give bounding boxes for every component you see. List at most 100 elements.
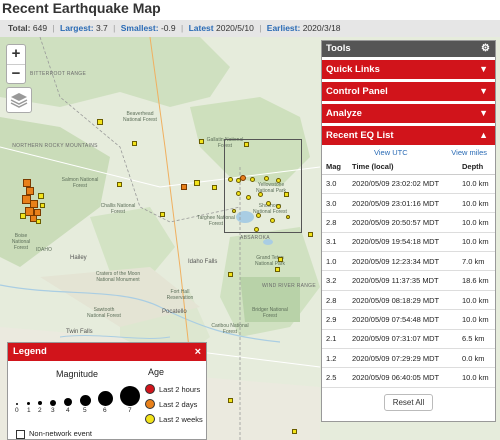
earthquake-marker[interactable] [232, 209, 236, 213]
age-swatch-orange [145, 399, 155, 409]
latest-label[interactable]: Latest [189, 23, 214, 33]
earthquake-marker[interactable] [256, 213, 261, 218]
earthquake-marker[interactable] [132, 141, 137, 146]
earthquake-marker[interactable] [266, 201, 271, 206]
earthquake-marker[interactable] [212, 185, 217, 190]
layers-button[interactable] [6, 87, 32, 113]
time-cell: 2020/05/09 19:54:18 MDT [348, 232, 458, 253]
table-row[interactable]: 1.2 2020/05/09 07:29:29 MDT 0.0 km [322, 348, 495, 369]
table-row[interactable]: 2.5 2020/05/09 06:40:05 MDT 10.0 km [322, 367, 495, 388]
magnitude-value: 0 [15, 407, 19, 414]
control-panel-label: Control Panel [326, 86, 388, 97]
earthquake-marker[interactable] [254, 227, 259, 232]
earthquake-marker[interactable] [264, 176, 269, 181]
table-row[interactable]: 2.9 2020/05/09 07:54:48 MDT 10.0 km [322, 309, 495, 330]
earthquake-marker[interactable] [199, 139, 204, 144]
map-label-rocky: NORTHERN ROCKY MOUNTAINS [12, 143, 98, 149]
layers-icon [10, 93, 28, 108]
earthquake-marker[interactable] [97, 119, 103, 125]
earthquake-marker[interactable] [160, 212, 165, 217]
map-label-caribou: Caribou National Forest [211, 323, 249, 335]
earthquake-marker[interactable] [26, 187, 34, 195]
time-cell: 2020/05/09 07:31:07 MDT [348, 329, 458, 350]
map-label-sawtooth: Sawtooth National Forest [87, 307, 121, 319]
earthquake-marker[interactable] [246, 195, 251, 200]
depth-cell: 6.5 km [458, 329, 495, 350]
earliest-label[interactable]: Earliest: [267, 23, 301, 33]
earthquake-marker[interactable] [244, 142, 249, 147]
earthquake-marker[interactable] [36, 219, 41, 224]
control-panel-bar[interactable]: Control Panel ▼ [322, 82, 495, 101]
earthquake-marker[interactable] [228, 398, 233, 403]
time-cell: 2020/05/09 07:54:48 MDT [348, 309, 458, 330]
earthquake-marker[interactable] [23, 179, 31, 187]
zoom-control: + − [6, 44, 26, 84]
close-icon[interactable]: × [195, 343, 201, 361]
earthquake-marker[interactable] [286, 215, 290, 219]
list-options: View UTC View miles [322, 147, 495, 159]
age-label: Last 2 days [159, 400, 198, 409]
recent-eq-list-bar[interactable]: Recent EQ List ▲ [322, 126, 495, 145]
magnitude-dot [98, 391, 113, 406]
earthquake-marker[interactable] [228, 177, 233, 182]
quick-links-bar[interactable]: Quick Links ▼ [322, 60, 495, 79]
smallest-label[interactable]: Smallest: [121, 23, 159, 33]
earthquake-marker[interactable] [236, 191, 241, 196]
earthquake-marker[interactable] [117, 182, 122, 187]
earthquake-marker[interactable] [284, 192, 289, 197]
smallest-value: -0.9 [160, 23, 176, 33]
earthquake-marker[interactable] [275, 267, 280, 272]
column-header[interactable]: Mag [322, 159, 348, 175]
earthquake-marker[interactable] [194, 180, 200, 186]
column-header[interactable]: Time (local) [348, 159, 458, 175]
time-cell: 2020/05/09 06:40:05 MDT [348, 367, 458, 388]
map-label-boise: Boise National Forest [11, 233, 31, 251]
chevron-up-icon: ▲ [479, 130, 488, 140]
earthquake-marker[interactable] [270, 218, 275, 223]
largest-label[interactable]: Largest: [60, 23, 94, 33]
non-network-square-icon [16, 429, 25, 439]
map-label-bridger: Bridger National Forest [252, 307, 288, 319]
depth-cell: 0.0 km [458, 348, 495, 369]
table-row[interactable]: 3.0 2020/05/09 23:01:16 MDT 10.0 km [322, 193, 495, 214]
table-row[interactable]: 3.1 2020/05/09 19:54:18 MDT 10.0 km [322, 232, 495, 253]
table-header-row: Mag Time (local) Depth [322, 159, 495, 175]
earthquake-marker[interactable] [228, 272, 233, 277]
table-row[interactable]: 2.8 2020/05/09 20:50:57 MDT 10.0 km [322, 212, 495, 233]
view-miles-link[interactable]: View miles [451, 148, 487, 157]
selection-box[interactable] [224, 139, 302, 233]
time-cell: 2020/05/09 23:01:16 MDT [348, 193, 458, 214]
largest-value: 3.7 [95, 23, 108, 33]
earthquake-marker[interactable] [276, 204, 281, 209]
earthquake-marker[interactable] [308, 232, 313, 237]
map-label-fort-hall: Fort Hall Reservation [166, 289, 194, 301]
earthquake-marker[interactable] [38, 193, 44, 199]
earthquake-marker[interactable] [276, 178, 281, 183]
table-row[interactable]: 3.2 2020/05/09 11:37:35 MDT 18.6 km [322, 270, 495, 291]
reset-all-button[interactable]: Reset All [383, 393, 434, 411]
mag-cell: 2.5 [322, 367, 348, 388]
table-row[interactable]: 2.8 2020/05/09 08:18:29 MDT 10.0 km [322, 290, 495, 311]
map-label-beaverhead: Beaverhead National Forest [123, 111, 157, 123]
mag-cell: 3.0 [322, 193, 348, 214]
table-row[interactable]: 3.0 2020/05/09 23:02:02 MDT 10.0 km [322, 174, 495, 194]
magnitude-dot [27, 402, 30, 405]
zoom-out-button[interactable]: − [7, 64, 25, 83]
column-header[interactable]: Depth [458, 159, 495, 175]
earthquake-marker[interactable] [181, 184, 187, 190]
earthquake-marker[interactable] [240, 175, 246, 181]
earthquake-marker[interactable] [250, 177, 255, 182]
earthquake-marker[interactable] [292, 429, 297, 434]
earthquake-marker[interactable] [40, 203, 45, 208]
earthquake-marker[interactable] [278, 257, 283, 262]
table-row[interactable]: 2.1 2020/05/09 07:31:07 MDT 6.5 km [322, 329, 495, 350]
analyze-bar[interactable]: Analyze ▼ [322, 104, 495, 123]
table-row[interactable]: 1.0 2020/05/09 12:23:34 MDT 7.0 km [322, 251, 495, 272]
earthquake-marker[interactable] [258, 192, 263, 197]
earthquake-marker[interactable] [20, 213, 26, 219]
view-utc-link[interactable]: View UTC [374, 148, 408, 157]
earliest-value: 2020/3/18 [302, 23, 341, 33]
time-cell: 2020/05/09 07:29:29 MDT [348, 348, 458, 369]
gear-icon[interactable]: ⚙ [481, 41, 490, 57]
zoom-in-button[interactable]: + [7, 45, 25, 64]
